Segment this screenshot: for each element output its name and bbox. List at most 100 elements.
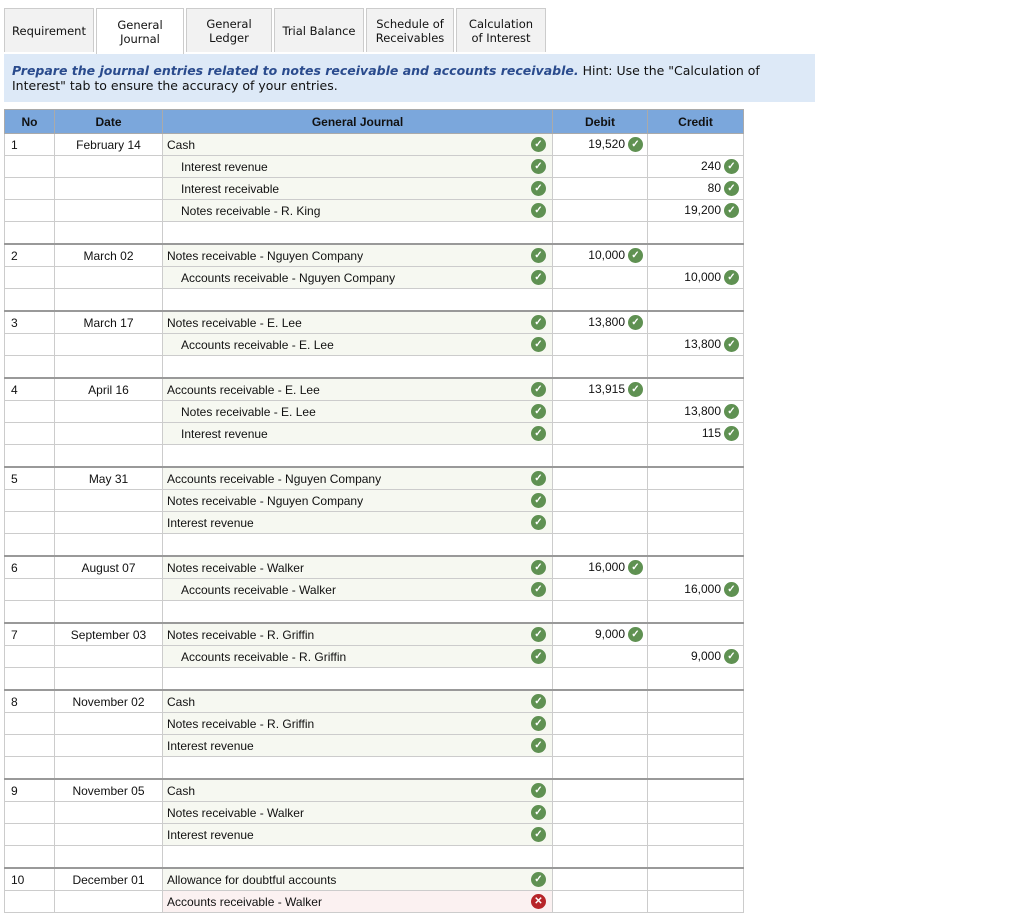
entry-date[interactable]: December 01	[54, 867, 163, 891]
entry-date[interactable]: March 02	[54, 243, 163, 267]
debit-field[interactable]	[552, 801, 648, 824]
tab-general-ledger[interactable]: General Ledger	[186, 8, 272, 52]
credit-field[interactable]: 115 ✓	[647, 422, 744, 445]
credit-field[interactable]	[647, 689, 744, 713]
credit-field[interactable]: 16,000 ✓	[647, 578, 744, 601]
debit-field[interactable]: 16,000 ✓	[552, 555, 648, 579]
account-field[interactable]: Notes receivable - Walker ✓	[162, 801, 553, 824]
debit-field[interactable]	[552, 466, 648, 490]
credit-field[interactable]	[647, 667, 744, 691]
credit-field[interactable]: 80 ✓	[647, 177, 744, 200]
debit-field[interactable]	[552, 444, 648, 468]
debit-field[interactable]	[552, 155, 648, 178]
entry-date[interactable]	[54, 333, 163, 356]
entry-date[interactable]: May 31	[54, 466, 163, 490]
credit-field[interactable]	[647, 845, 744, 869]
credit-field[interactable]: 19,200 ✓	[647, 199, 744, 222]
credit-field[interactable]	[647, 355, 744, 379]
entry-date[interactable]	[54, 756, 163, 780]
credit-field[interactable]: 240 ✓	[647, 155, 744, 178]
credit-field[interactable]	[647, 867, 744, 891]
credit-field[interactable]	[647, 288, 744, 312]
entry-date[interactable]: November 02	[54, 689, 163, 713]
debit-field[interactable]	[552, 288, 648, 312]
entry-date[interactable]: April 16	[54, 377, 163, 401]
credit-field[interactable]	[647, 801, 744, 824]
credit-field[interactable]	[647, 890, 744, 913]
account-field[interactable]: Accounts receivable - E. Lee ✓	[162, 377, 553, 401]
entry-date[interactable]: November 05	[54, 778, 163, 802]
credit-field[interactable]: 13,800 ✓	[647, 333, 744, 356]
tab-calculation-of-interest[interactable]: Calculation of Interest	[456, 8, 546, 52]
tab-requirement[interactable]: Requirement	[4, 8, 94, 52]
account-field[interactable]: Cash ✓	[162, 778, 553, 802]
credit-field[interactable]	[647, 221, 744, 245]
tab-schedule-of-receivables[interactable]: Schedule of Receivables	[366, 8, 454, 52]
entry-date[interactable]: August 07	[54, 555, 163, 579]
entry-date[interactable]	[54, 578, 163, 601]
credit-field[interactable]: 10,000 ✓	[647, 266, 744, 289]
debit-field[interactable]	[552, 199, 648, 222]
debit-field[interactable]	[552, 400, 648, 423]
account-field[interactable]	[162, 221, 553, 245]
credit-field[interactable]	[647, 600, 744, 624]
account-field[interactable]: Interest receivable ✓	[162, 177, 553, 200]
entry-date[interactable]	[54, 400, 163, 423]
credit-field[interactable]	[647, 555, 744, 579]
credit-field[interactable]	[647, 243, 744, 267]
debit-field[interactable]	[552, 667, 648, 691]
entry-date[interactable]	[54, 177, 163, 200]
debit-field[interactable]	[552, 734, 648, 757]
debit-field[interactable]	[552, 177, 648, 200]
tab-trial-balance[interactable]: Trial Balance	[274, 8, 364, 52]
credit-field[interactable]	[647, 778, 744, 802]
entry-date[interactable]	[54, 511, 163, 534]
credit-field[interactable]	[647, 511, 744, 534]
entry-date[interactable]	[54, 823, 163, 846]
entry-date[interactable]: February 14	[54, 133, 163, 156]
entry-date[interactable]	[54, 489, 163, 512]
debit-field[interactable]	[552, 823, 648, 846]
account-field[interactable]	[162, 667, 553, 691]
credit-field[interactable]	[647, 622, 744, 646]
account-field[interactable]	[162, 444, 553, 468]
account-field[interactable]: Interest revenue ✓	[162, 734, 553, 757]
entry-date[interactable]	[54, 712, 163, 735]
entry-date[interactable]: March 17	[54, 310, 163, 334]
credit-field[interactable]	[647, 466, 744, 490]
account-field[interactable]: Notes receivable - Nguyen Company ✓	[162, 489, 553, 512]
account-field[interactable]: Accounts receivable - Nguyen Company ✓	[162, 466, 553, 490]
account-field[interactable]: Allowance for doubtful accounts ✓	[162, 867, 553, 891]
debit-field[interactable]	[552, 756, 648, 780]
account-field[interactable]	[162, 355, 553, 379]
debit-field[interactable]	[552, 266, 648, 289]
debit-field[interactable]: 19,520 ✓	[552, 133, 648, 156]
account-field[interactable]: Cash ✓	[162, 689, 553, 713]
credit-field[interactable]	[647, 712, 744, 735]
account-field[interactable]: Accounts receivable - Nguyen Company ✓	[162, 266, 553, 289]
credit-field[interactable]	[647, 734, 744, 757]
debit-field[interactable]	[552, 333, 648, 356]
entry-date[interactable]	[54, 444, 163, 468]
debit-field[interactable]: 13,800 ✓	[552, 310, 648, 334]
credit-field[interactable]	[647, 377, 744, 401]
credit-field[interactable]	[647, 133, 744, 156]
debit-field[interactable]	[552, 221, 648, 245]
debit-field[interactable]	[552, 778, 648, 802]
account-field[interactable]: Notes receivable - R. King ✓	[162, 199, 553, 222]
debit-field[interactable]	[552, 845, 648, 869]
credit-field[interactable]	[647, 756, 744, 780]
account-field[interactable]: Accounts receivable - R. Griffin ✓	[162, 645, 553, 668]
entry-date[interactable]	[54, 155, 163, 178]
account-field[interactable]	[162, 845, 553, 869]
entry-date[interactable]	[54, 645, 163, 668]
account-field[interactable]: Notes receivable - Nguyen Company ✓	[162, 243, 553, 267]
debit-field[interactable]: 10,000 ✓	[552, 243, 648, 267]
credit-field[interactable]	[647, 444, 744, 468]
entry-date[interactable]	[54, 266, 163, 289]
credit-field[interactable]: 13,800 ✓	[647, 400, 744, 423]
debit-field[interactable]	[552, 578, 648, 601]
account-field[interactable]: Notes receivable - E. Lee ✓	[162, 310, 553, 334]
entry-date[interactable]	[54, 288, 163, 312]
account-field[interactable]: Interest revenue ✓	[162, 155, 553, 178]
